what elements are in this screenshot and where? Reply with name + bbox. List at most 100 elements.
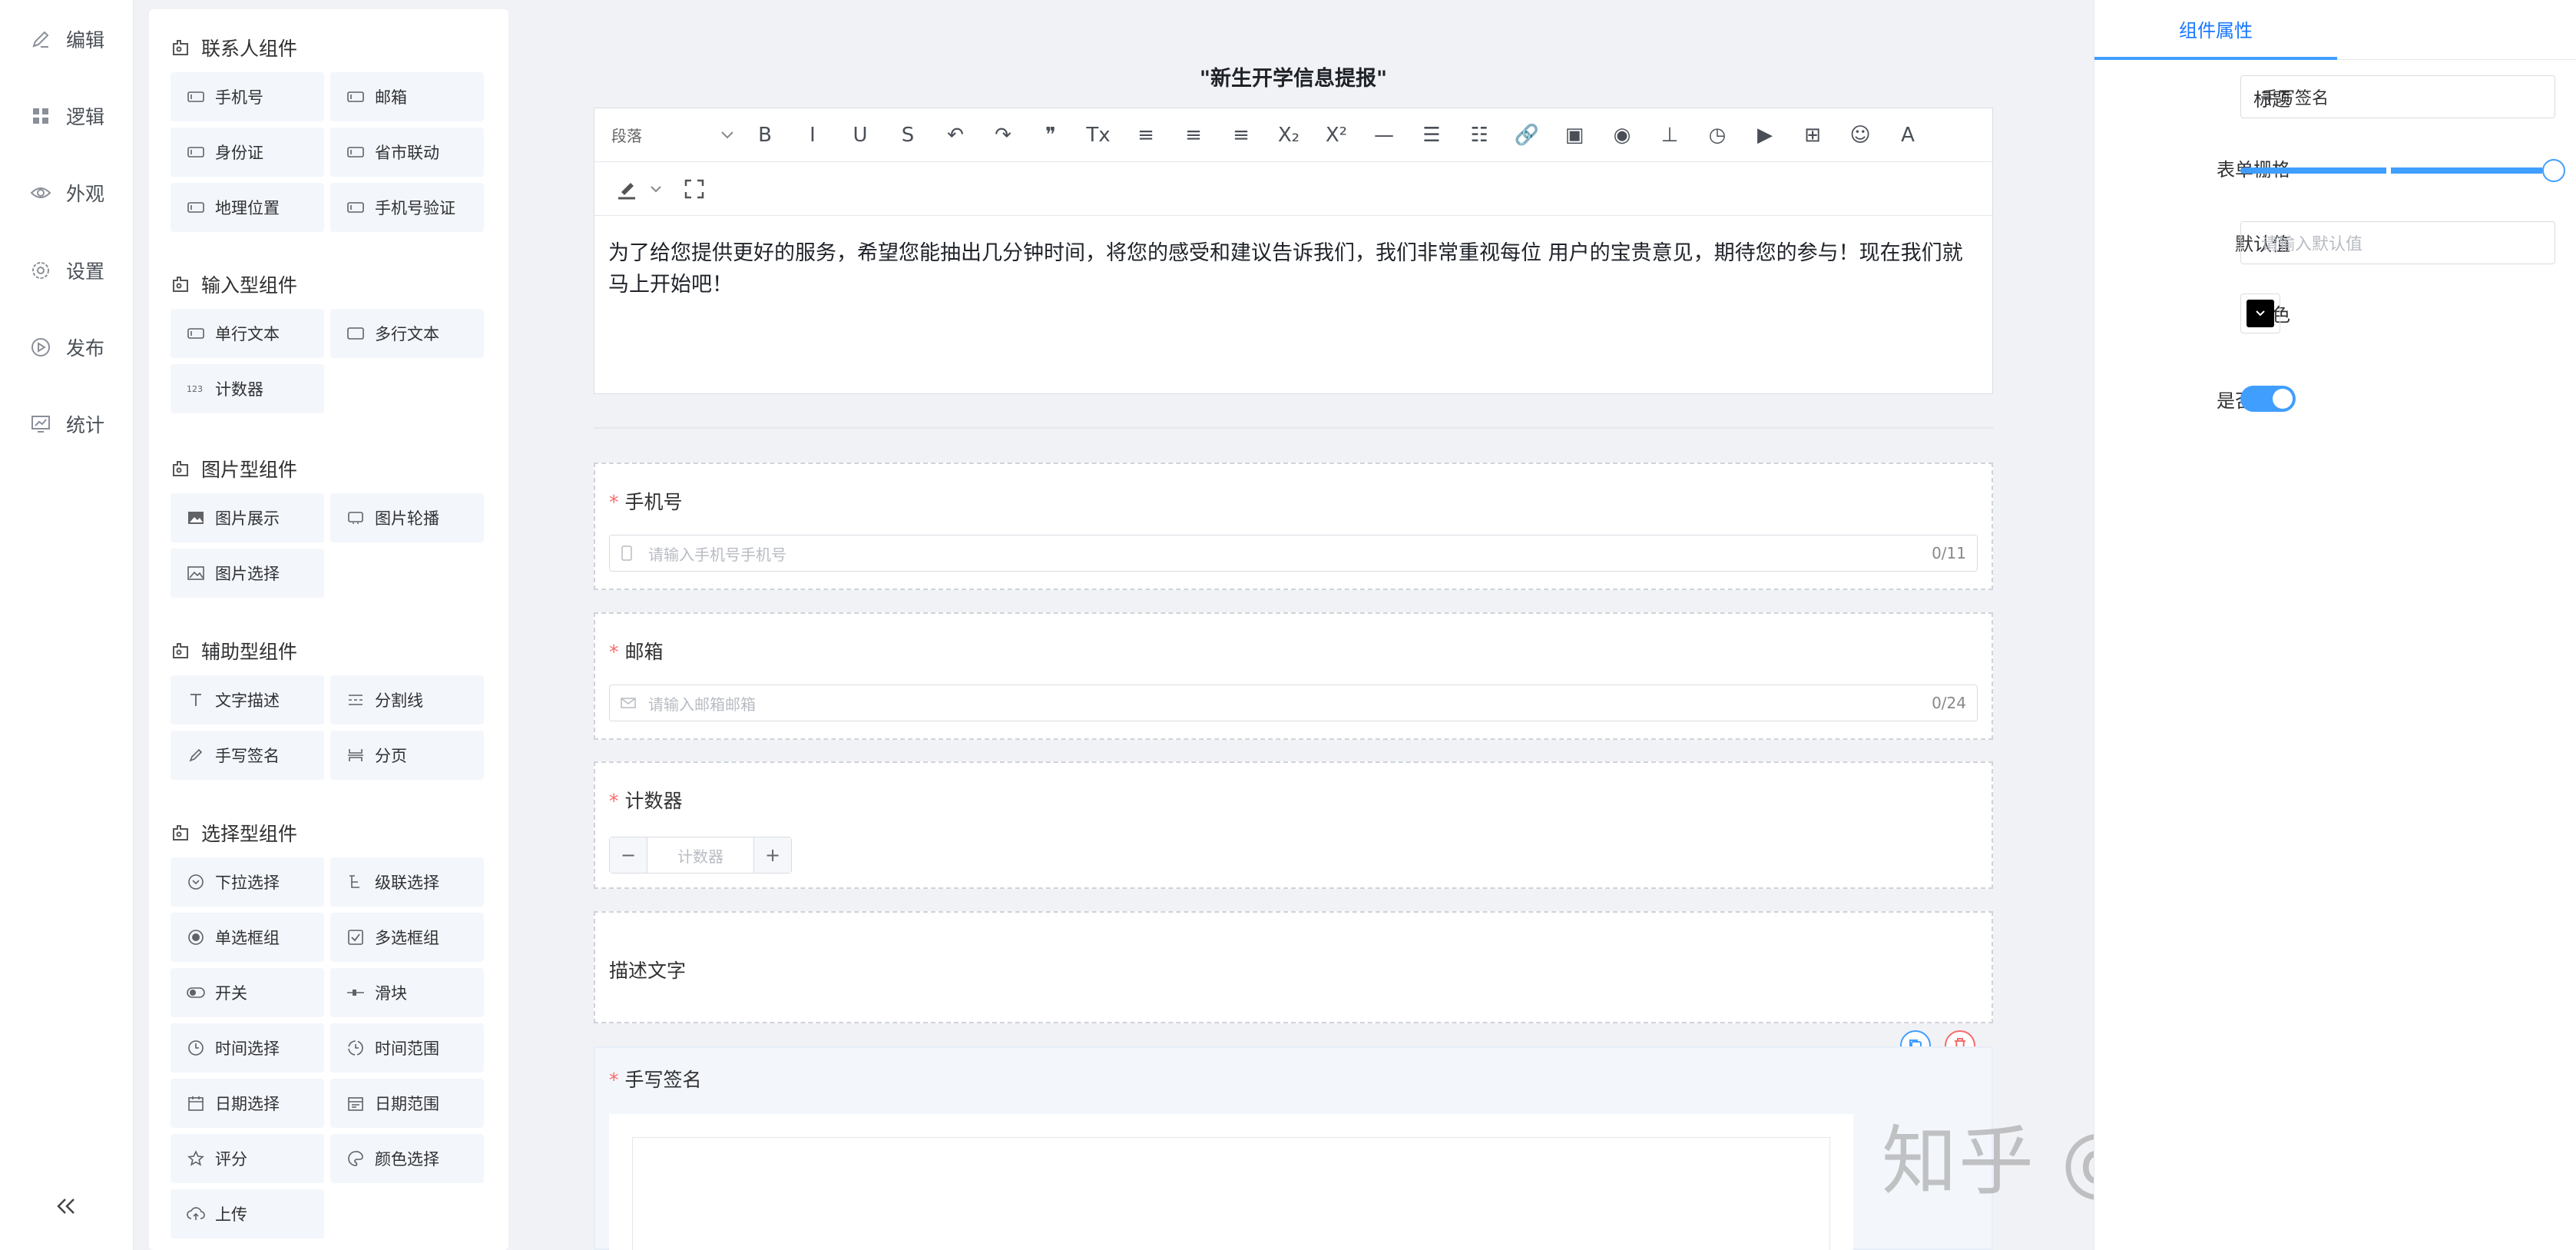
highlight-dropdown[interactable] bbox=[648, 172, 664, 206]
title-input[interactable]: 手写签名 bbox=[2240, 75, 2555, 118]
component-item-label: 多行文本 bbox=[375, 325, 439, 343]
component-item[interactable]: 时间范围 bbox=[330, 1023, 484, 1073]
component-item[interactable]: 图片选择 bbox=[171, 549, 324, 598]
counter-stepper[interactable]: − 计数器 + bbox=[609, 837, 792, 874]
quote-button[interactable]: ❞ bbox=[1034, 118, 1068, 152]
signature-pad[interactable] bbox=[609, 1114, 1853, 1250]
nav-item-settings[interactable]: 设置 bbox=[29, 251, 129, 290]
chevron-down-icon bbox=[721, 131, 733, 138]
bullet-list-button[interactable]: ☰ bbox=[1415, 118, 1449, 152]
link-button[interactable]: 🔗 bbox=[1510, 118, 1544, 152]
component-item[interactable]: 单行文本 bbox=[171, 309, 324, 358]
field-email[interactable]: * 邮箱 请输入邮箱邮箱 0/24 bbox=[594, 612, 1993, 740]
increment-button[interactable]: + bbox=[754, 837, 791, 873]
component-item[interactable]: 邮箱 bbox=[330, 72, 484, 121]
image-button[interactable]: ▣ bbox=[1558, 118, 1591, 152]
font-color-button[interactable]: A bbox=[1891, 118, 1925, 152]
component-item[interactable]: 身份证 bbox=[171, 128, 324, 177]
group-title-label: 联系人组件 bbox=[201, 38, 298, 60]
video-button[interactable]: ▶ bbox=[1748, 118, 1782, 152]
component-item[interactable]: 文字描述 bbox=[171, 675, 324, 724]
component-item[interactable]: 日期选择 bbox=[171, 1079, 324, 1128]
default-value-input[interactable]: 请输入默认值 bbox=[2240, 221, 2555, 264]
component-item[interactable]: 下拉选择 bbox=[171, 857, 324, 907]
component-item[interactable]: 手机号 bbox=[171, 72, 324, 121]
component-item[interactable]: 手机号验证 bbox=[330, 183, 484, 232]
component-item[interactable]: 多行文本 bbox=[330, 309, 484, 358]
nav-item-appearance[interactable]: 外观 bbox=[29, 174, 129, 212]
nav-item-edit[interactable]: 编辑 bbox=[29, 20, 129, 58]
paragraph-select[interactable]: 段落 bbox=[611, 118, 734, 152]
italic-button[interactable]: I bbox=[796, 118, 829, 152]
time-button[interactable]: ◷ bbox=[1700, 118, 1734, 152]
tab-component-props[interactable]: 组件属性 bbox=[2094, 15, 2337, 42]
subscript-button[interactable]: X₂ bbox=[1272, 118, 1306, 152]
nav-item-stats[interactable]: 统计 bbox=[29, 405, 129, 443]
align-center-button[interactable]: ≡ bbox=[1177, 118, 1210, 152]
bold-button[interactable]: B bbox=[748, 118, 782, 152]
numbered-list-button[interactable]: ☷ bbox=[1462, 118, 1496, 152]
component-item[interactable]: 图片轮播 bbox=[330, 493, 484, 542]
counter-value[interactable]: 计数器 bbox=[647, 837, 754, 873]
component-item[interactable]: 123 计数器 bbox=[171, 364, 324, 413]
emoji-button[interactable]: ☺ bbox=[1843, 118, 1877, 152]
component-item[interactable]: 颜色选择 bbox=[330, 1134, 484, 1183]
field-signature[interactable]: * 手写签名 bbox=[594, 1046, 1993, 1250]
component-item[interactable]: 时间选择 bbox=[171, 1023, 324, 1073]
strikethrough-button[interactable]: S bbox=[891, 118, 925, 152]
component-item[interactable]: 手写签名 bbox=[171, 731, 324, 780]
component-item[interactable]: 分页 bbox=[330, 731, 484, 780]
paragraph-select-label: 段落 bbox=[611, 127, 642, 145]
component-item[interactable]: 单选框组 bbox=[171, 913, 324, 962]
preview-button[interactable]: ◉ bbox=[1605, 118, 1639, 152]
highlight-button[interactable] bbox=[611, 172, 645, 206]
required-toggle[interactable] bbox=[2240, 386, 2296, 412]
component-item[interactable]: 多选框组 bbox=[330, 913, 484, 962]
component-item[interactable]: 地理位置 bbox=[171, 183, 324, 232]
field-counter[interactable]: * 计数器 − 计数器 + bbox=[594, 761, 1993, 889]
time-icon: ◷ bbox=[1708, 123, 1727, 147]
superscript-button[interactable]: X² bbox=[1319, 118, 1353, 152]
color-picker[interactable] bbox=[2240, 293, 2280, 333]
rich-text-editor[interactable]: 段落 B I U S ↶ ↷ ❞ Tx ≡ ≡ ≡ X₂ X² — ☰ ☷ 🔗 ▣ ◉ ⊥ ◷ ▶ ⊞ ☺ A 为了给您提供更好… bbox=[594, 108, 1993, 394]
undo-button[interactable]: ↶ bbox=[939, 118, 972, 152]
horizontal-rule-button[interactable]: — bbox=[1367, 118, 1401, 152]
nav-item-label: 逻辑 bbox=[66, 106, 105, 128]
table-button[interactable]: ⊞ bbox=[1796, 118, 1829, 152]
grid-slider-track[interactable] bbox=[2240, 167, 2552, 174]
decrement-button[interactable]: − bbox=[610, 837, 647, 873]
form-title[interactable]: "新生开学信息提报" bbox=[594, 61, 1993, 91]
editor-content[interactable]: 为了给您提供更好的服务，希望您能抽出几分钟时间，将您的感受和建议告诉我们，我们非… bbox=[608, 237, 1975, 300]
field-phone[interactable]: * 手机号 请输入手机号手机号 0/11 bbox=[594, 463, 1993, 590]
component-item[interactable]: 开关 bbox=[171, 968, 324, 1017]
underline-button[interactable]: U bbox=[843, 118, 877, 152]
redo-button[interactable]: ↷ bbox=[986, 118, 1020, 152]
align-left-button[interactable]: ≡ bbox=[1129, 118, 1163, 152]
email-input[interactable]: 请输入邮箱邮箱 0/24 bbox=[609, 685, 1978, 721]
component-item[interactable]: 滑块 bbox=[330, 968, 484, 1017]
grid-slider-handle[interactable] bbox=[2542, 159, 2565, 182]
component-item[interactable]: 日期范围 bbox=[330, 1079, 484, 1128]
align-right-button[interactable]: ≡ bbox=[1224, 118, 1258, 152]
char-count: 0/24 bbox=[1932, 694, 1966, 712]
signature-canvas[interactable] bbox=[632, 1137, 1830, 1250]
collapse-nav-button[interactable] bbox=[51, 1191, 81, 1222]
field-label: * 手机号 bbox=[609, 487, 683, 515]
phone-input[interactable]: 请输入手机号手机号 0/11 bbox=[609, 535, 1978, 572]
page-break-button[interactable]: ⊥ bbox=[1653, 118, 1687, 152]
nav-item-publish[interactable]: 发布 bbox=[29, 328, 129, 366]
chevron-down-icon bbox=[651, 185, 661, 192]
component-item[interactable]: 级联选择 bbox=[330, 857, 484, 907]
field-description[interactable]: 描述文字 bbox=[594, 911, 1993, 1023]
toggle-knob bbox=[2273, 389, 2293, 409]
component-item[interactable]: 评分 bbox=[171, 1134, 324, 1183]
nav-item-logic[interactable]: 逻辑 bbox=[29, 97, 129, 135]
component-item[interactable]: 上传 bbox=[171, 1189, 324, 1238]
clear-format-button[interactable]: Tx bbox=[1081, 118, 1115, 152]
fullscreen-button[interactable] bbox=[677, 172, 711, 206]
component-item[interactable]: 分割线 bbox=[330, 675, 484, 724]
component-item[interactable]: 图片展示 bbox=[171, 493, 324, 542]
input-icon bbox=[346, 144, 366, 161]
counter-icon: 123 bbox=[186, 380, 206, 397]
component-item[interactable]: 省市联动 bbox=[330, 128, 484, 177]
